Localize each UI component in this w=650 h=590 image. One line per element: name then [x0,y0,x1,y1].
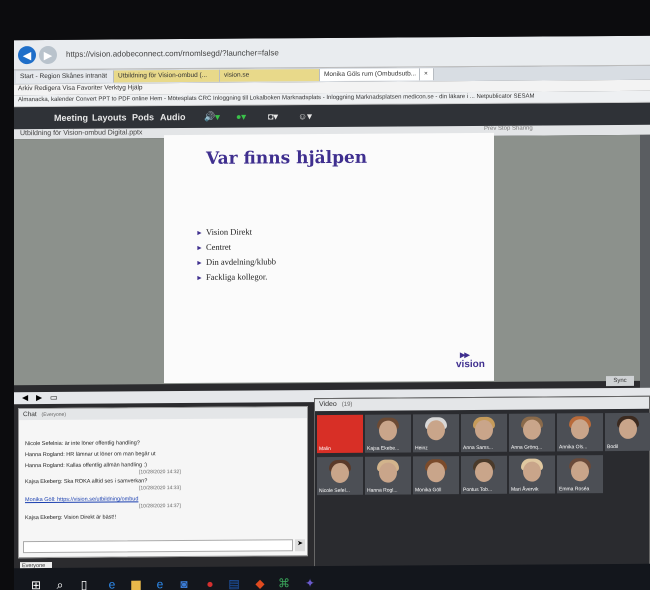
chat-message: Nicole Sefelnia: är inte löner offentlig… [25,440,140,448]
video-tile[interactable]: Kajsa Ekebe... [365,414,411,453]
right-scrollbar[interactable] [640,134,650,395]
close-tab-icon[interactable]: × [420,68,434,81]
video-header: Video (19) [315,396,649,412]
arrow-bullet-icon: ► [196,258,203,267]
video-tile-name: Monika Göll [415,487,442,494]
video-tile-name: Heinz [415,445,428,452]
video-tile[interactable]: Nicole Sefel... [317,456,363,496]
video-tile-name: Annika Ols... [559,444,588,451]
video-title: Video [319,400,337,409]
chat-title: Chat [23,411,37,419]
microphone-icon[interactable]: ●▾ [236,110,246,124]
app-icon[interactable]: ⌘ [276,575,292,590]
speaker-icon[interactable]: 🔊▾ [204,110,220,124]
video-tile-name: Emma Roséa [559,486,590,493]
share-pod-buttons[interactable]: Prev Stop Sharing [484,126,533,132]
video-tile[interactable]: Mari Åvervik [509,455,555,494]
monitor-screen: ◀ ▶ https://vision.adobeconnect.com/rnom… [14,35,650,590]
video-tile[interactable]: Hanna Rogl... [365,456,411,495]
vision-logo: ▶▶ vision [456,352,485,371]
task-view-icon[interactable]: ▯ [76,577,92,590]
chat-message: Kajsa Ekeberg: Vision Direkt är bäst!! [25,514,116,522]
video-tile[interactable]: Malin [317,414,363,454]
browser-address-bar: ◀ ▶ https://vision.adobeconnect.com/rnom… [14,35,650,71]
chat-input[interactable] [23,539,293,554]
slide-bullet: ► Vision Direkt [196,226,252,237]
chat-message: Hanna Rogland: HR lämnar ut löner om man… [25,451,156,459]
presentation-slide: Var finns hjälpen ► Vision Direkt ► Centre… [164,132,494,384]
menu-layouts[interactable]: Layouts [92,112,127,122]
search-icon[interactable]: ⌕ [52,577,68,590]
video-tile-name: Anna Grönq... [511,444,543,451]
video-tile-name: Pontus Tob... [463,486,493,494]
arrow-bullet-icon: ► [196,228,203,237]
previous-slide-icon[interactable]: ◀ [22,393,28,402]
video-tile[interactable]: Anna Grönq... [509,413,555,452]
slide-bullet: ► Fackliga kollegor. [196,271,268,282]
media-icon[interactable]: ● [202,576,218,590]
outlook-icon[interactable]: ◙ [176,576,192,590]
attendee-status-icon[interactable]: ☺▾ [298,109,312,123]
windows-start-icon[interactable]: ⊞ [28,577,44,590]
video-tile-name: Anna Sams... [463,444,494,452]
video-tile[interactable]: Pontus Tob... [461,455,507,495]
video-tile[interactable]: Annika Ols... [557,413,603,452]
slide-bullet: ► Din avdelning/klubb [196,256,277,267]
chat-message: Kajsa Ekeberg: Ska ROKA alltid ses i sam… [25,478,148,486]
tab-utbildning[interactable]: Utbildning för Vision-ombud (... [114,69,220,83]
menu-audio[interactable]: Audio [160,112,186,122]
back-button[interactable]: ◀ [18,46,36,65]
edge-icon[interactable]: e [152,576,168,590]
video-tile[interactable]: Emma Roséa [557,455,603,494]
teams-icon[interactable]: ✦ [302,575,318,590]
chat-message-link[interactable]: Monika Göll: https://vision.se/utbildnin… [25,496,138,503]
chat-message: Hanna Rogland: Kallas offentlig allmän h… [25,462,147,470]
menu-pods[interactable]: Pods [132,112,154,122]
chat-pod: Chat (Everyone) Nicole Sefelnia: är inte… [18,406,308,559]
slide-bullet: ► Centret [196,241,231,252]
fullscreen-icon[interactable]: ▭ [50,393,58,402]
video-count: (19) [341,401,353,408]
tab-intranet[interactable]: Start - Region Skånes intranät [16,70,114,84]
file-explorer-icon[interactable]: ▆ [128,576,144,590]
video-pod: Video (19) Malin Kajsa Ekebe... Heinz An… [314,395,650,571]
chat-timestamp: [10/28/2020 14:33] [139,485,181,492]
tab-monika-room[interactable]: Monika Göls rum (Ombudsutb... [320,68,420,82]
forward-button[interactable]: ▶ [39,45,57,65]
internet-explorer-icon[interactable]: e [104,576,120,590]
video-tile-name: Nicole Sefel... [319,487,350,495]
adobe-icon[interactable]: ◆ [252,575,268,590]
video-tile[interactable]: Anna Sams... [461,413,507,453]
word-icon[interactable]: ▤ [226,576,242,590]
video-tile-name: Mari Åvervik [511,486,539,493]
next-slide-icon[interactable]: ▶ [36,393,42,402]
send-message-icon[interactable]: ➤ [295,539,305,552]
url-field[interactable]: https://vision.adobeconnect.com/rnomlseg… [62,45,282,63]
video-tile-name: Malin [319,446,331,453]
chat-header: Chat (Everyone) [19,407,307,421]
chat-scope: (Everyone) [41,411,66,419]
tab-vision-se[interactable]: vision.se [220,69,320,82]
camera-icon[interactable]: ◘▾ [268,109,278,123]
video-tile-name: Kajsa Ekebe... [367,445,400,452]
vision-logo-mark-icon: ▶▶ [460,352,469,360]
video-tile[interactable]: Heinz [413,414,459,453]
video-tile[interactable]: Bodil [605,412,650,452]
sync-button[interactable]: Sync [606,375,634,387]
slide-title: Var finns hjälpen [206,147,368,169]
arrow-bullet-icon: ► [196,243,203,252]
video-grid: Malin Kajsa Ekebe... Heinz Anna Sams... … [317,411,650,563]
video-tile-name: Hanna Rogl... [367,487,398,494]
chat-timestamp: [10/28/2020 14:32] [139,469,181,476]
windows-taskbar: ⊞ ⌕ ▯ e ▆ e ◙ ● ▤ ◆ ⌘ ✦ [14,563,650,590]
video-tile[interactable]: Monika Göll [413,456,459,495]
video-tile-name: Bodil [607,444,619,451]
arrow-bullet-icon: ► [196,273,203,282]
chat-timestamp: [10/28/2020 14:37] [139,503,181,510]
menu-meeting[interactable]: Meeting [54,113,88,123]
